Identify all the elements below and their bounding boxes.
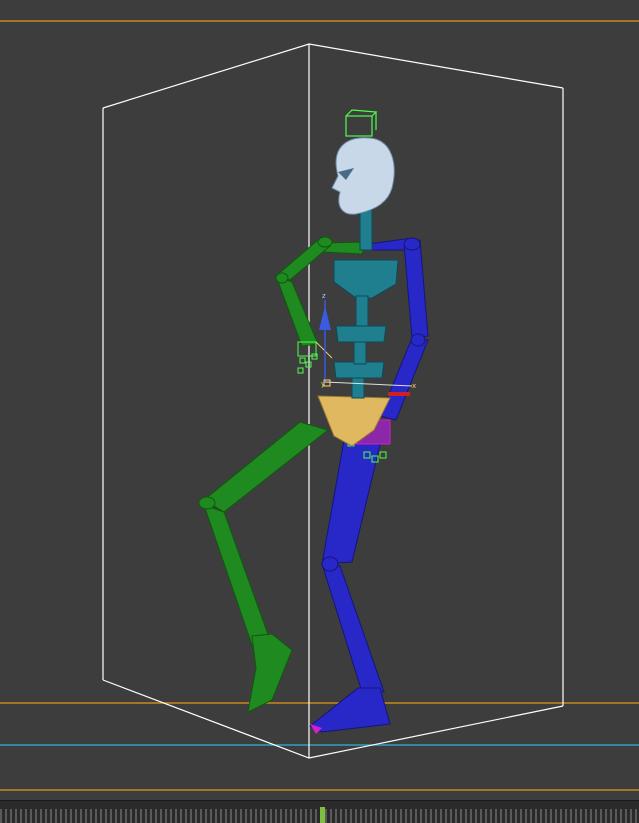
timeline-trackbar[interactable] [0,800,639,823]
time-slider-handle[interactable] [320,807,325,823]
viewport-scene[interactable]: z x y [0,0,639,800]
head-controller-icon[interactable] [345,109,378,137]
right-thigh [321,427,385,565]
axis-label-y: y [321,380,325,388]
spine-chest [333,259,399,299]
spine[interactable] [333,209,399,399]
right-calf [321,563,385,693]
right-forearm [379,337,429,421]
3d-viewport[interactable]: z x y [0,0,639,800]
left-calf [203,504,271,646]
right-upperarm [403,239,429,339]
right-leg[interactable] [309,427,391,734]
spine-upper [335,325,387,343]
left-foot [247,633,293,713]
axis-label-z: z [322,292,326,300]
right-foot [309,687,391,733]
left-forearm [275,275,319,347]
head[interactable] [331,137,395,215]
axis-label-x: x [412,382,416,390]
left-hand-fingers[interactable] [297,341,333,374]
spine-neck [359,209,373,251]
